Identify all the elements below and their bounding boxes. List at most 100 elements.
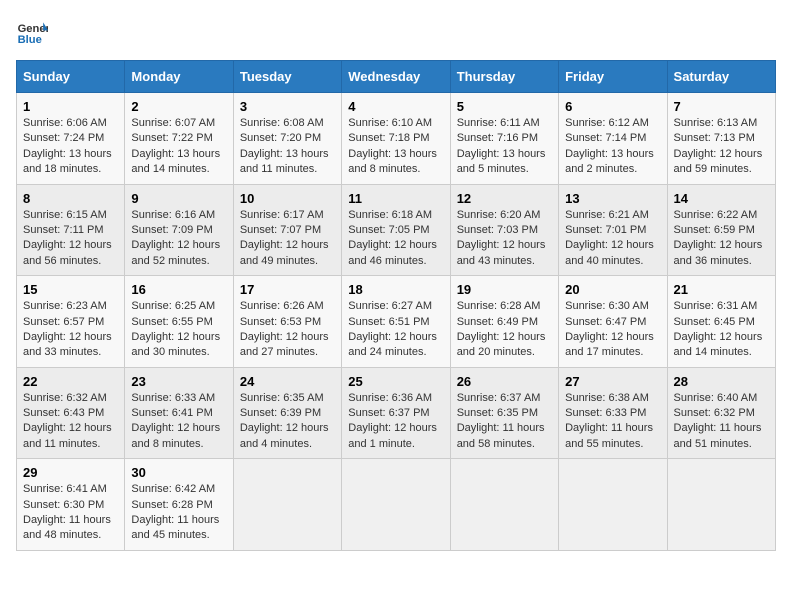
day-number: 26 xyxy=(457,374,552,389)
day-number: 2 xyxy=(131,99,226,114)
calendar-week-row: 15Sunrise: 6:23 AMSunset: 6:57 PMDayligh… xyxy=(17,276,776,368)
cell-info-line: Sunset: 6:35 PM xyxy=(457,406,552,421)
cell-info-line: Sunset: 7:24 PM xyxy=(23,131,118,146)
day-number: 3 xyxy=(240,99,335,114)
cell-info-line: Sunset: 7:18 PM xyxy=(348,131,443,146)
cell-info-line: Sunset: 7:07 PM xyxy=(240,223,335,238)
day-number: 9 xyxy=(131,191,226,206)
cell-info-line: Sunrise: 6:33 AM xyxy=(131,391,226,406)
cell-info-line: Sunset: 7:03 PM xyxy=(457,223,552,238)
day-number: 18 xyxy=(348,282,443,297)
cell-info-line: Daylight: 12 hours and 24 minutes. xyxy=(348,330,443,361)
day-number: 10 xyxy=(240,191,335,206)
cell-info-line: Daylight: 13 hours and 11 minutes. xyxy=(240,147,335,178)
cell-info-line: Sunrise: 6:28 AM xyxy=(457,299,552,314)
cell-info-line: Sunrise: 6:15 AM xyxy=(23,208,118,223)
column-header-thursday: Thursday xyxy=(450,61,558,93)
calendar-cell: 25Sunrise: 6:36 AMSunset: 6:37 PMDayligh… xyxy=(342,367,450,459)
cell-info-line: Sunset: 6:57 PM xyxy=(23,315,118,330)
cell-info-line: Sunset: 7:20 PM xyxy=(240,131,335,146)
cell-info-line: Sunset: 6:33 PM xyxy=(565,406,660,421)
cell-info-line: Sunrise: 6:08 AM xyxy=(240,116,335,131)
cell-info-line: Daylight: 11 hours and 55 minutes. xyxy=(565,421,660,452)
cell-info-line: Sunset: 6:32 PM xyxy=(674,406,769,421)
cell-info-line: Sunrise: 6:31 AM xyxy=(674,299,769,314)
day-number: 29 xyxy=(23,465,118,480)
day-number: 21 xyxy=(674,282,769,297)
logo: General Blue xyxy=(16,16,48,48)
calendar-week-row: 1 Sunrise: 6:06 AMSunset: 7:24 PM Daylight… xyxy=(17,93,776,185)
cell-info-line: Sunset: 7:09 PM xyxy=(131,223,226,238)
logo-icon: General Blue xyxy=(16,16,48,48)
cell-info-line: Daylight: 12 hours and 59 minutes. xyxy=(674,147,769,178)
cell-info-line: Sunset: 6:37 PM xyxy=(348,406,443,421)
day-number: 16 xyxy=(131,282,226,297)
cell-info-line: Daylight: 12 hours and 30 minutes. xyxy=(131,330,226,361)
day-number: 1 xyxy=(23,99,118,114)
cell-info-line: Sunrise: 6:41 AM xyxy=(23,482,118,497)
day-number: 22 xyxy=(23,374,118,389)
cell-info-line: Sunset: 6:30 PM xyxy=(23,498,118,513)
cell-info-line: Sunrise: 6:27 AM xyxy=(348,299,443,314)
day-number: 13 xyxy=(565,191,660,206)
calendar-cell: 29Sunrise: 6:41 AMSunset: 6:30 PMDayligh… xyxy=(17,459,125,551)
cell-info-line: Daylight: 12 hours and 1 minute. xyxy=(348,421,443,452)
calendar-header-row: SundayMondayTuesdayWednesdayThursdayFrid… xyxy=(17,61,776,93)
cell-info-line: Daylight: 12 hours and 11 minutes. xyxy=(23,421,118,452)
cell-info-line: Daylight: 12 hours and 36 minutes. xyxy=(674,238,769,269)
cell-info-line: Daylight: 13 hours and 8 minutes. xyxy=(348,147,443,178)
cell-info-line: Sunrise: 6:06 AM xyxy=(23,116,118,131)
cell-info-line: Daylight: 13 hours and 14 minutes. xyxy=(131,147,226,178)
day-number: 14 xyxy=(674,191,769,206)
calendar-cell: 23Sunrise: 6:33 AMSunset: 6:41 PMDayligh… xyxy=(125,367,233,459)
day-number: 12 xyxy=(457,191,552,206)
calendar-cell: 2Sunrise: 6:07 AMSunset: 7:22 PMDaylight… xyxy=(125,93,233,185)
day-number: 5 xyxy=(457,99,552,114)
cell-info-line: Sunset: 6:45 PM xyxy=(674,315,769,330)
calendar-cell: 15 Sunrise: 6:23 AMSunset: 6:57 PMDayligh… xyxy=(17,276,125,368)
cell-info-line: Daylight: 11 hours and 45 minutes. xyxy=(131,513,226,544)
cell-info-line: Sunrise: 6:36 AM xyxy=(348,391,443,406)
cell-info-line: Sunset: 6:39 PM xyxy=(240,406,335,421)
calendar-cell: 6Sunrise: 6:12 AMSunset: 7:14 PMDaylight… xyxy=(559,93,667,185)
cell-info-line: Sunset: 7:22 PM xyxy=(131,131,226,146)
cell-info-line: Sunrise: 6:18 AM xyxy=(348,208,443,223)
cell-info-line: Daylight: 12 hours and 14 minutes. xyxy=(674,330,769,361)
cell-info-line: Sunset: 7:14 PM xyxy=(565,131,660,146)
column-header-sunday: Sunday xyxy=(17,61,125,93)
calendar-week-row: 8Sunrise: 6:15 AMSunset: 7:11 PMDaylight… xyxy=(17,184,776,276)
day-number: 17 xyxy=(240,282,335,297)
day-number: 11 xyxy=(348,191,443,206)
cell-info-line: Daylight: 12 hours and 52 minutes. xyxy=(131,238,226,269)
cell-info-line: Daylight: 12 hours and 49 minutes. xyxy=(240,238,335,269)
calendar-cell: 19Sunrise: 6:28 AMSunset: 6:49 PMDayligh… xyxy=(450,276,558,368)
cell-info-line: Sunrise: 6:38 AM xyxy=(565,391,660,406)
calendar-cell: 4Sunrise: 6:10 AMSunset: 7:18 PMDaylight… xyxy=(342,93,450,185)
calendar-cell: 21 Sunrise: 6:31 AMSunset: 6:45 PMDayligh… xyxy=(667,276,775,368)
calendar-table: SundayMondayTuesdayWednesdayThursdayFrid… xyxy=(16,60,776,551)
calendar-cell: 26Sunrise: 6:37 AMSunset: 6:35 PMDayligh… xyxy=(450,367,558,459)
day-number: 23 xyxy=(131,374,226,389)
calendar-cell xyxy=(342,459,450,551)
cell-info-line: Daylight: 12 hours and 43 minutes. xyxy=(457,238,552,269)
cell-info-line: Daylight: 12 hours and 56 minutes. xyxy=(23,238,118,269)
day-number: 30 xyxy=(131,465,226,480)
cell-info-line: Daylight: 12 hours and 8 minutes. xyxy=(131,421,226,452)
calendar-cell: 20Sunrise: 6:30 AMSunset: 6:47 PMDayligh… xyxy=(559,276,667,368)
day-number: 19 xyxy=(457,282,552,297)
cell-info-line: Sunset: 6:51 PM xyxy=(348,315,443,330)
cell-info-line: Sunset: 6:55 PM xyxy=(131,315,226,330)
cell-info-line: Daylight: 12 hours and 27 minutes. xyxy=(240,330,335,361)
column-header-tuesday: Tuesday xyxy=(233,61,341,93)
cell-info-line: Sunset: 7:13 PM xyxy=(674,131,769,146)
calendar-cell: 24Sunrise: 6:35 AMSunset: 6:39 PMDayligh… xyxy=(233,367,341,459)
cell-info-line: Sunrise: 6:23 AM xyxy=(23,299,118,314)
cell-info-line: Daylight: 12 hours and 33 minutes. xyxy=(23,330,118,361)
calendar-cell: 27Sunrise: 6:38 AMSunset: 6:33 PMDayligh… xyxy=(559,367,667,459)
calendar-cell: 22Sunrise: 6:32 AMSunset: 6:43 PMDayligh… xyxy=(17,367,125,459)
day-number: 15 xyxy=(23,282,118,297)
calendar-cell: 16Sunrise: 6:25 AMSunset: 6:55 PMDayligh… xyxy=(125,276,233,368)
cell-info-line: Sunrise: 6:10 AM xyxy=(348,116,443,131)
calendar-cell: 14Sunrise: 6:22 AMSunset: 6:59 PMDayligh… xyxy=(667,184,775,276)
cell-info-line: Sunrise: 6:13 AM xyxy=(674,116,769,131)
